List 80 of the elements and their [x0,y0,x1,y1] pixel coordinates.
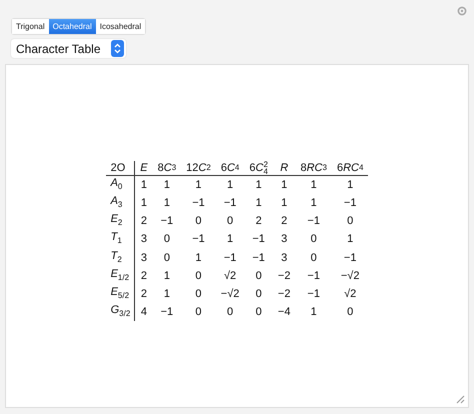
table-cell-text: √2 [343,287,358,302]
table-cell-text: −1 [342,250,358,266]
table-cell: 2 [134,284,153,304]
table-cell-text: 0 [310,232,318,248]
table-cell: E$_{5/2}$ [106,284,135,304]
resize-grip-icon[interactable] [456,395,465,404]
table-cell-text: 1 [162,268,171,284]
table-cell-text: −1 [251,232,266,248]
table-cell-text: 0 [162,250,171,266]
table-cell: G$_{3/2}$ [106,303,135,322]
table-cell-text: −1 [306,214,321,230]
table-cell: 4 [134,303,153,322]
tab[interactable]: Octahedral [48,19,96,34]
table-cell: T$_{2}$ [106,248,135,267]
table-cell: 1 [134,194,153,212]
table-cell-text: 0 [346,214,354,230]
table-cell-text: −2 [276,268,292,284]
table-cell-text: −√2 [340,268,360,284]
table-cell-text: 1 [254,196,263,212]
table-cell: 1 [134,175,153,194]
table-cell-text: −1 [306,268,321,284]
table-cell: 1 [216,175,244,194]
table-cell-text: −4 [276,305,292,320]
table-cell: 1 [295,175,332,194]
table-cell-text: 0 [254,305,263,320]
table-cell-text: 1 [226,232,234,248]
table-cell-text: 1 [346,232,354,248]
table-cell: E$_{1/2}$ [106,266,135,285]
table-cell-text: −1 [191,232,206,248]
table-cell-text: 1 [162,196,171,212]
table-cell-text: −1 [222,196,238,212]
table-cell-text: −1 [191,196,206,212]
table-header: E [134,160,153,176]
settings-icon[interactable] [457,6,467,16]
table-cell-text: 1 [194,250,203,266]
table-cell-text: 0 [194,268,203,284]
table-cell: 2 [134,212,153,230]
table-cell: 2 [134,266,153,285]
table-cell-text: 0 [194,305,203,320]
table-cell-text: 2 [280,214,288,230]
table-cell: 1 [332,175,368,194]
table-cell-text: 1 [310,305,318,320]
table-cell-text: 1 [162,287,171,302]
table-cell-text: 3 [280,232,288,248]
table-cell-text: −1 [160,305,174,320]
table-cell-text: 2 [254,214,263,230]
table-cell-text: −1 [251,250,266,266]
table-cell-text: 0 [226,214,234,230]
table-cell-text: √2 [223,268,238,284]
table-cell: 1 [152,175,182,194]
table-cell-text: 0 [194,214,203,230]
table-cell-text: 0 [346,305,354,320]
table-cell-text: 0 [162,232,171,248]
table-cell: A$_{3}$ [106,194,135,212]
table-cell: E$_{2}$ [106,212,135,230]
table-cell: 3 [134,230,153,249]
table-header: R [272,160,296,176]
table-cell-text: −1 [222,250,238,266]
table-cell-text: 0 [194,287,203,302]
table-header: 2O [106,160,135,176]
table-cell-text: −1 [306,287,321,302]
dropdown[interactable]: Character Table [11,39,126,58]
table-cell-text: 1 [280,196,288,212]
table-cell: 1 [272,175,296,194]
table-cell-text: 0 [254,268,263,284]
table-cell: 1 [244,175,273,194]
table-cell-text: 3 [280,250,288,266]
table-cell: 3 [134,248,153,267]
table-cell-text: −2 [276,287,292,302]
updown-arrows-icon [110,40,124,57]
table-cell-text: 0 [310,250,318,266]
table-cell-text: 1 [310,196,318,212]
table-cell: A$_{0}$ [106,175,135,194]
table-cell: T$_{1}$ [106,230,135,249]
table-cell-text: 0 [226,305,234,320]
table-cell-text: −1 [160,214,174,230]
table-cell-text: 0 [254,287,263,302]
table-cell: 1 [181,175,216,194]
table-cell-text: −1 [342,196,358,212]
table-cell-text: −√2 [220,287,240,302]
